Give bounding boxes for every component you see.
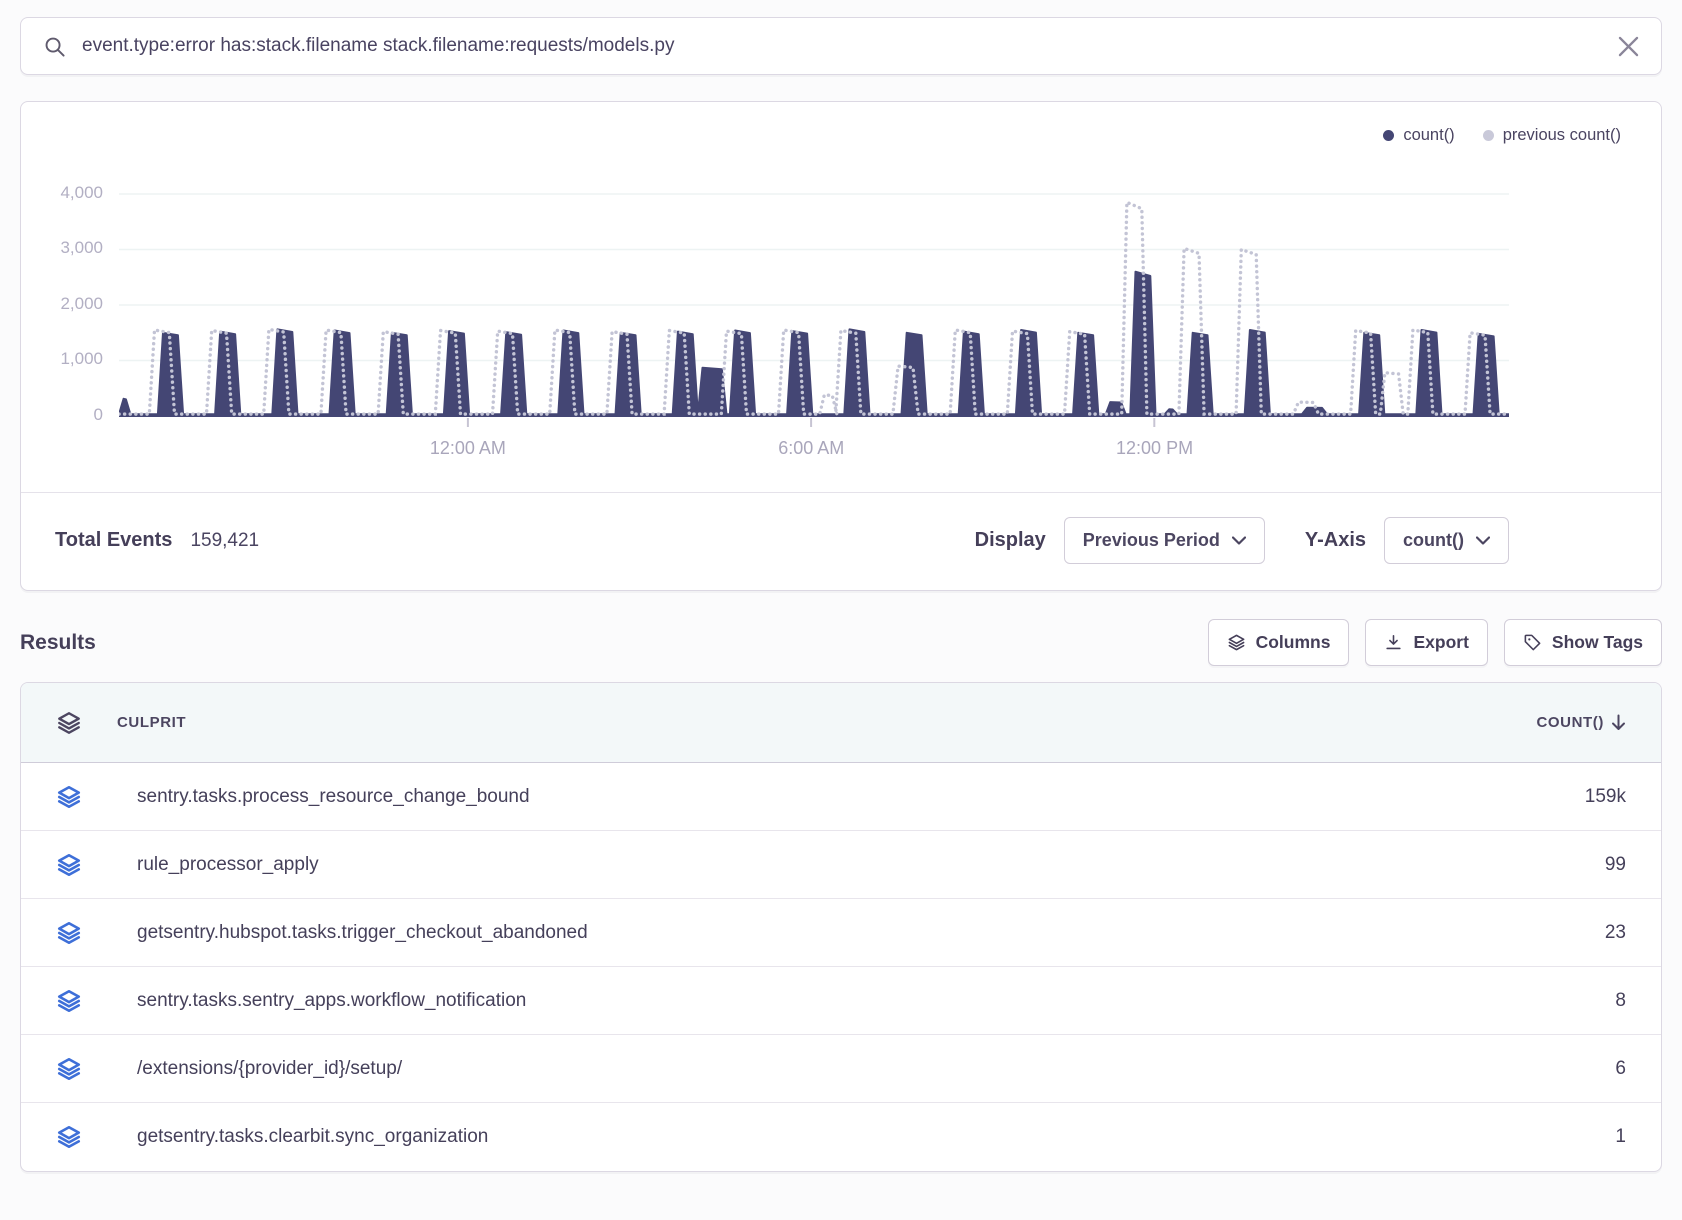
export-button[interactable]: Export [1365,619,1487,666]
x-tick: 12:00 PM [1116,438,1193,459]
tag-icon [1523,633,1542,652]
show-tags-button-label: Show Tags [1552,632,1643,653]
table-row[interactable]: sentry.tasks.process_resource_change_bou… [21,763,1661,831]
total-events: Total Events 159,421 [55,529,975,552]
count-value: 6 [1381,1058,1661,1080]
table-row[interactable]: getsentry.tasks.clearbit.sync_organizati… [21,1103,1661,1171]
x-tick: 6:00 AM [778,438,844,459]
display-control: Display Previous Period [975,517,1265,564]
table-header-row: CULPRIT COUNT() [21,683,1661,763]
chart-body: 4,000 3,000 2,000 1,000 0 12:00 AM 6:00 … [21,146,1661,468]
yaxis-dropdown-value: count() [1403,530,1464,551]
columns-button-label: Columns [1256,632,1331,653]
legend-label: count() [1403,126,1454,145]
download-icon [1384,633,1403,652]
row-stack-icon-cell[interactable] [21,1124,117,1150]
chevron-down-icon [1232,536,1246,545]
row-stack-icon-cell[interactable] [21,852,117,878]
yaxis-dropdown[interactable]: count() [1384,517,1509,564]
display-label: Display [975,529,1046,552]
events-chart-panel: count() previous count() 4,000 3,000 2,0… [20,101,1662,591]
column-header-count[interactable]: COUNT() [1381,714,1661,731]
results-heading: Results [20,631,1192,655]
chart-y-axis: 4,000 3,000 2,000 1,000 0 [21,146,119,428]
column-header-culprit[interactable]: CULPRIT [117,714,1381,731]
legend-item-count[interactable]: count() [1383,126,1454,145]
search-bar [20,17,1662,75]
count-value: 23 [1381,922,1661,944]
culprit-value: sentry.tasks.sentry_apps.workflow_notifi… [117,990,1381,1012]
columns-button[interactable]: Columns [1208,619,1350,666]
layers-icon [56,1124,82,1150]
results-table: CULPRIT COUNT() sentry.tasks.process_res… [20,682,1662,1172]
table-row[interactable]: getsentry.hubspot.tasks.trigger_checkout… [21,899,1661,967]
row-stack-icon-cell[interactable] [21,988,117,1014]
chart-plot-area[interactable]: 12:00 AM 6:00 AM 12:00 PM [119,146,1509,468]
total-events-label: Total Events [55,529,172,552]
display-dropdown[interactable]: Previous Period [1064,517,1265,564]
row-stack-icon-cell[interactable] [21,1056,117,1082]
y-tick: 4,000 [60,183,103,203]
events-area-chart [119,146,1509,428]
export-button-label: Export [1413,632,1468,653]
search-icon [43,35,66,58]
culprit-value: getsentry.hubspot.tasks.trigger_checkout… [117,922,1381,944]
search-input[interactable] [82,35,1602,57]
results-bar: Results Columns Export Show Tags [20,619,1662,666]
count-value: 99 [1381,854,1661,876]
culprit-value: sentry.tasks.process_resource_change_bou… [117,786,1381,808]
close-icon [1618,36,1639,57]
yaxis-control: Y-Axis count() [1305,517,1509,564]
table-row[interactable]: /extensions/{provider_id}/setup/ 6 [21,1035,1661,1103]
table-row[interactable]: rule_processor_apply 99 [21,831,1661,899]
layers-icon [56,784,82,810]
chart-legend: count() previous count() [1383,126,1621,145]
count-value: 159k [1381,786,1661,808]
layers-icon [56,710,82,736]
header-stack-icon-cell [21,710,117,736]
chevron-down-icon [1476,536,1490,545]
clear-search-button[interactable] [1618,36,1639,57]
culprit-value: rule_processor_apply [117,854,1381,876]
display-dropdown-value: Previous Period [1083,530,1220,551]
chart-summary-row: Total Events 159,421 Display Previous Pe… [21,492,1661,590]
count-value: 1 [1381,1126,1661,1148]
culprit-value: /extensions/{provider_id}/setup/ [117,1058,1381,1080]
legend-item-previous-count[interactable]: previous count() [1483,126,1621,145]
x-tick: 12:00 AM [430,438,506,459]
culprit-value: getsentry.tasks.clearbit.sync_organizati… [117,1126,1381,1148]
table-row[interactable]: sentry.tasks.sentry_apps.workflow_notifi… [21,967,1661,1035]
layers-icon [1227,633,1246,652]
layers-icon [56,1056,82,1082]
page: count() previous count() 4,000 3,000 2,0… [0,17,1682,1212]
layers-icon [56,988,82,1014]
y-tick: 0 [94,405,103,425]
legend-label: previous count() [1503,126,1621,145]
previous-count-legend-dot [1483,130,1494,141]
row-stack-icon-cell[interactable] [21,784,117,810]
show-tags-button[interactable]: Show Tags [1504,619,1662,666]
row-stack-icon-cell[interactable] [21,920,117,946]
y-tick: 3,000 [60,238,103,258]
layers-icon [56,920,82,946]
y-tick: 2,000 [60,294,103,314]
count-value: 8 [1381,990,1661,1012]
total-events-value: 159,421 [190,530,259,552]
y-tick: 1,000 [60,349,103,369]
yaxis-label: Y-Axis [1305,529,1366,552]
count-legend-dot [1383,130,1394,141]
sort-desc-arrow-icon [1611,714,1626,731]
layers-icon [56,852,82,878]
